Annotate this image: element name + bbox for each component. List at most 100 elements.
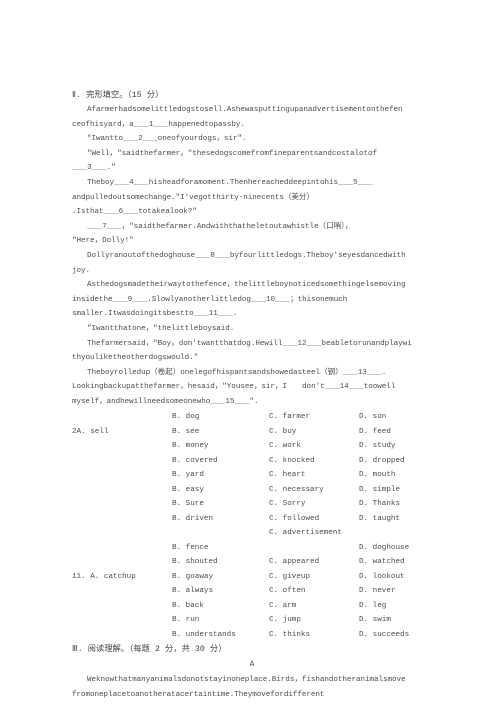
option-choice-c[interactable]: C. advertisement — [269, 526, 359, 541]
option-choice-d[interactable]: D. watched — [359, 555, 432, 570]
option-choice-b[interactable]: B. easy — [172, 483, 269, 498]
cloze-paragraph-line: .Isthat＿＿6＿＿totakealook?" — [72, 208, 197, 217]
passage-label: A — [249, 661, 255, 670]
option-row: 2A. sell B. see C. buy D. feed — [72, 425, 432, 440]
option-row: 11. A. catchup B. goaway C. giveup D. looko… — [72, 570, 432, 585]
cloze-paragraph-line: joy. — [72, 266, 91, 275]
option-choice-c[interactable]: C. often — [269, 584, 359, 599]
option-choice-c[interactable]: C. appeared — [269, 555, 359, 570]
option-choice-a — [72, 584, 172, 599]
reading-body: Weknowthatmanyanimalsdonotstayinoneplace… — [72, 673, 432, 702]
option-row: B. money C. work D. study — [72, 439, 432, 454]
option-choice-d[interactable]: D. never — [359, 584, 432, 599]
cloze-paragraph-line: ＿＿7＿＿，"saidthefarmer.Andwiththatheletout… — [87, 222, 353, 231]
option-choice-a — [72, 613, 172, 628]
option-choice-a — [72, 512, 172, 527]
option-choice-b[interactable]: B. goaway — [172, 570, 269, 585]
option-choice-c[interactable]: C. work — [269, 439, 359, 454]
options-grid: B. dog C. farmer D. son 2A. sell B. see C. bu… — [72, 410, 432, 642]
option-choice-c[interactable]: C. jump — [269, 613, 359, 628]
option-choice-b[interactable]: B. Sure — [172, 497, 269, 512]
option-choice-d[interactable]: D. leg — [359, 599, 432, 614]
option-choice-c[interactable]: C. heart — [269, 468, 359, 483]
cloze-paragraph-line: Theboyrolledup（卷起）onelegofhispantsandsho… — [87, 368, 387, 377]
cloze-paragraph-line: Thefarmersaid，"Boy，don'twantthatdog.Hewi… — [87, 339, 412, 348]
section-heading-reading: Ⅲ. 阅读理解。（每题 2 分，共 30 分） — [72, 645, 227, 655]
cloze-paragraph-line: Lookingbackupatthefarmer，hesaid，"Yousee，… — [72, 383, 396, 392]
option-choice-d[interactable]: D. mouth — [359, 468, 432, 483]
option-choice-d[interactable]: D. taught — [359, 512, 432, 527]
option-choice-a — [72, 497, 172, 512]
cloze-paragraph-line: andpulledoutsomechange."I'vegotthirty-ni… — [72, 193, 315, 202]
option-choice-b[interactable]: B. fence — [172, 541, 269, 556]
option-choice-b[interactable]: B. money — [172, 439, 269, 454]
cloze-paragraph-line: ceofhisyard，a＿＿1＿＿happenedtopassby. — [72, 120, 245, 129]
option-choice-d[interactable]: D. son — [359, 410, 432, 425]
option-choice-d — [359, 526, 432, 541]
cloze-paragraph-line: thyouliketheotherdogswould." — [72, 354, 199, 363]
option-choice-d[interactable]: D. Thanks — [359, 497, 432, 512]
option-choice-d[interactable]: D. feed — [359, 425, 432, 440]
option-choice-d[interactable]: D. swim — [359, 613, 432, 628]
option-row: B. covered C. knocked D. dropped — [72, 454, 432, 469]
option-choice-c[interactable]: C. Sorry — [269, 497, 359, 512]
option-row: B. easy C. necessary D. simple — [72, 483, 432, 498]
scanned-page: Ⅱ. 完形填空。（15 分） Afarmerhadsomelittledogst… — [0, 0, 500, 707]
option-choice-c[interactable]: C. arm — [269, 599, 359, 614]
option-choice-c[interactable]: C. farmer — [269, 410, 359, 425]
cloze-paragraph-line: ＿＿3＿＿." — [72, 164, 116, 173]
cloze-paragraph-line: "Well，"saidthefarmer，"thesedogscomefromf… — [87, 149, 378, 158]
option-choice-b[interactable]: B. covered — [172, 454, 269, 469]
option-choice-b[interactable]: B. see — [172, 425, 269, 440]
option-row: B. always C. often D. never — [72, 584, 432, 599]
option-choice-a — [72, 468, 172, 483]
option-choice-b[interactable]: B. dog — [172, 410, 269, 425]
option-choice-a[interactable]: 2A. sell — [72, 425, 172, 440]
option-row: B. Sure C. Sorry D. Thanks — [72, 497, 432, 512]
option-choice-c[interactable]: C. giveup — [269, 570, 359, 585]
option-choice-b[interactable]: B. run — [172, 613, 269, 628]
cloze-paragraph-line: Dollyranoutofthedoghouse＿＿8＿＿byfourlittl… — [87, 251, 406, 260]
option-choice-d[interactable]: D. doghouse — [359, 541, 432, 556]
option-choice-c[interactable]: C. thinks — [269, 628, 359, 643]
option-choice-a[interactable]: 11. A. catchup — [72, 570, 172, 585]
option-choice-a — [72, 555, 172, 570]
option-choice-a — [72, 526, 172, 541]
option-choice-c[interactable]: C. necessary — [269, 483, 359, 498]
option-choice-a — [72, 439, 172, 454]
option-choice-b[interactable]: B. shouted — [172, 555, 269, 570]
cloze-paragraph-line: Theboy＿＿4＿＿hisheadforamoment.Thenhereach… — [87, 178, 373, 187]
option-choice-d[interactable]: D. study — [359, 439, 432, 454]
section-heading-cloze: Ⅱ. 完形填空。（15 分） — [72, 91, 164, 100]
cloze-paragraph-line: smaller.Itwasdoingitsbestto＿＿11＿＿. — [72, 310, 238, 319]
option-choice-a — [72, 541, 172, 556]
option-choice-d[interactable]: D. dropped — [359, 454, 432, 469]
cloze-body: Afarmerhadsomelittledogstosell.Ashewaspu… — [72, 103, 432, 409]
cloze-paragraph-line: myself，andhewillneedsomeonewho＿＿15＿＿". — [72, 397, 259, 406]
cloze-paragraph-line: "Here，Dolly!" — [72, 237, 134, 246]
option-choice-c[interactable]: C. knocked — [269, 454, 359, 469]
option-choice-a — [72, 599, 172, 614]
option-choice-a — [72, 454, 172, 469]
option-row: B. fence D. doghouse — [72, 541, 432, 556]
option-choice-b[interactable]: B. always — [172, 584, 269, 599]
option-choice-c[interactable]: C. buy — [269, 425, 359, 440]
option-choice-d[interactable]: D. succeeds — [359, 628, 432, 643]
cloze-paragraph-line: Asthedogsmadetheirwaytothefence，thelittl… — [87, 281, 406, 290]
cloze-paragraph-line: Afarmerhadsomelittledogstosell.Ashewaspu… — [87, 106, 403, 114]
option-choice-b[interactable]: B. back — [172, 599, 269, 614]
option-row: B. understands C. thinks D. succeeds — [72, 628, 432, 643]
option-choice-c[interactable]: C. followed — [269, 512, 359, 527]
option-row: B. shouted C. appeared D. watched — [72, 555, 432, 570]
cloze-paragraph-line: "Iwantto＿＿2＿＿oneofyourdogs，sir". — [87, 135, 247, 144]
option-row: B. dog C. farmer D. son — [72, 410, 432, 425]
option-choice-c — [269, 541, 359, 556]
option-choice-b[interactable]: B. understands — [172, 628, 269, 643]
option-choice-b — [172, 526, 269, 541]
reading-paragraph-line: fromoneplacetoanotheratacertaintime.They… — [72, 691, 325, 700]
option-choice-d[interactable]: D. simple — [359, 483, 432, 498]
option-choice-b[interactable]: B. yard — [172, 468, 269, 483]
option-choice-b[interactable]: B. driven — [172, 512, 269, 527]
option-choice-d[interactable]: D. lookout — [359, 570, 432, 585]
option-row: C. advertisement — [72, 526, 432, 541]
